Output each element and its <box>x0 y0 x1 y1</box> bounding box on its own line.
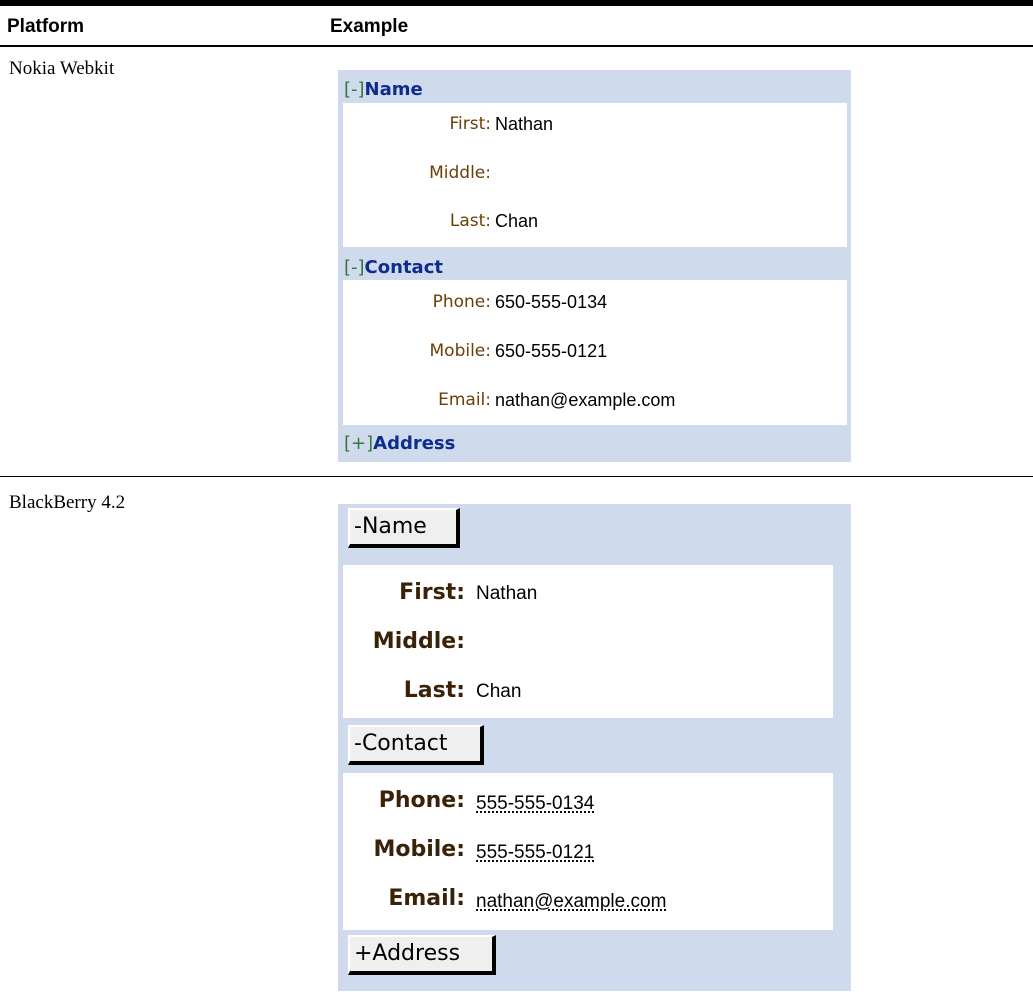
row-divider <box>0 476 1033 477</box>
name-section-body: First: Nathan Middle: Last: Chan <box>343 103 847 247</box>
phone-row: Phone: 650-555-0134 <box>343 292 847 322</box>
contact-section-body: Phone: 555-555-0134 Mobile: 555-555-0121… <box>343 773 833 930</box>
last-name-value: Chan <box>476 681 522 702</box>
expand-bracket: [+] <box>344 433 374 454</box>
collapse-bracket: [-] <box>344 79 365 100</box>
contact-toggle-button[interactable]: -Contact <box>348 725 484 765</box>
contact-section-toggle[interactable]: [-]Contact <box>344 257 443 278</box>
nokia-webkit-example: [-]Name First: Nathan Middle: Last: Chan… <box>338 70 851 462</box>
mobile-value: 650-555-0121 <box>495 341 608 361</box>
column-header-example: Example <box>330 16 409 37</box>
platform-nokia-webkit: Nokia Webkit <box>9 58 115 79</box>
last-name-label: Last: <box>403 678 465 703</box>
middle-name-label: Middle: <box>372 629 465 654</box>
email-value: nathan@example.com <box>495 390 676 410</box>
contact-section-body: Phone: 650-555-0134 Mobile: 650-555-0121… <box>343 280 847 425</box>
middle-name-label: Middle: <box>429 163 491 183</box>
mobile-link[interactable]: 555-555-0121 <box>476 842 594 864</box>
first-name-row: First: Nathan <box>343 114 847 144</box>
address-toggle-button[interactable]: +Address <box>348 935 496 975</box>
top-rule <box>0 0 1033 6</box>
column-header-platform: Platform <box>7 16 85 37</box>
address-section-toggle[interactable]: [+]Address <box>344 433 455 454</box>
email-label: Email: <box>388 886 465 911</box>
last-name-label: Last: <box>449 211 491 231</box>
phone-label: Phone: <box>378 788 465 813</box>
mobile-row: Mobile: 650-555-0121 <box>343 341 847 371</box>
first-name-label: First: <box>399 580 465 605</box>
first-name-value: Nathan <box>495 114 554 134</box>
mobile-label: Mobile: <box>429 341 492 361</box>
section-title: Contact <box>364 257 443 278</box>
first-name-value: Nathan <box>476 583 538 604</box>
platform-blackberry: BlackBerry 4.2 <box>9 492 126 513</box>
phone-value: 650-555-0134 <box>495 292 608 312</box>
name-section-toggle[interactable]: [-]Name <box>344 79 423 100</box>
email-link[interactable]: nathan@example.com <box>476 891 666 913</box>
email-label: Email: <box>438 390 491 410</box>
last-name-row: Last: Chan <box>343 211 847 241</box>
middle-name-row: Middle: <box>343 163 847 193</box>
name-toggle-button[interactable]: -Name <box>348 508 460 548</box>
blackberry-example: -Name First: Nathan Middle: Last: Chan -… <box>338 504 851 991</box>
phone-link[interactable]: 555-555-0134 <box>476 793 594 815</box>
section-title: Name <box>364 79 423 100</box>
collapse-bracket: [-] <box>344 257 365 278</box>
name-section-body: First: Nathan Middle: Last: Chan <box>343 565 833 718</box>
first-name-label: First: <box>449 114 491 134</box>
last-name-value: Chan <box>495 211 539 231</box>
section-title: Address <box>373 433 456 454</box>
header-rule <box>0 45 1033 47</box>
email-row: Email: nathan@example.com <box>343 390 847 420</box>
phone-label: Phone: <box>432 292 491 312</box>
mobile-label: Mobile: <box>373 837 465 862</box>
